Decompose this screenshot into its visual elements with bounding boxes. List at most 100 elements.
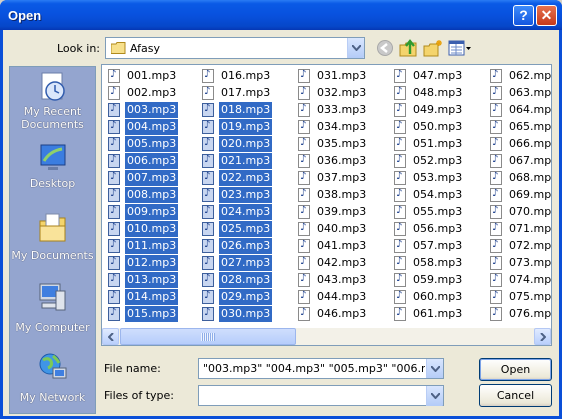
place-label: My Computer bbox=[15, 321, 90, 334]
files-of-type-dropdown-arrow[interactable] bbox=[426, 386, 443, 406]
file-name: 027.mp3 bbox=[219, 255, 273, 271]
file-name: 038.mp3 bbox=[317, 188, 367, 201]
audio-file-icon bbox=[108, 256, 120, 270]
audio-file-icon bbox=[298, 239, 310, 253]
close-button[interactable]: ✕ bbox=[536, 5, 557, 26]
place-label: Desktop bbox=[29, 177, 76, 190]
chevron-down-icon bbox=[431, 366, 440, 372]
look-in-dropdown[interactable]: Afasy bbox=[105, 37, 365, 59]
file-name: 035.mp3 bbox=[317, 137, 367, 150]
place-label: My Documents bbox=[11, 249, 94, 262]
place-my-computer[interactable]: My Computer bbox=[10, 279, 95, 345]
file-name: 073.mp3 bbox=[509, 256, 552, 269]
audio-file-icon bbox=[298, 307, 310, 321]
scroll-right-button[interactable] bbox=[534, 328, 551, 345]
audio-file-icon bbox=[298, 154, 310, 168]
look-in-value: Afasy bbox=[130, 42, 160, 55]
audio-file-icon bbox=[490, 171, 502, 185]
audio-file-icon bbox=[202, 137, 214, 151]
scrollbar-grip bbox=[201, 333, 215, 341]
file-list[interactable]: 001.mp3 002.mp3 003.mp3004.mp3005.mp3006.m… bbox=[101, 64, 552, 346]
new-folder-icon[interactable] bbox=[423, 39, 443, 57]
file-name: 039.mp3 bbox=[317, 205, 367, 218]
file-name: 005.mp3 bbox=[125, 136, 179, 152]
help-button[interactable]: ? bbox=[513, 5, 534, 26]
open-button[interactable]: Open bbox=[479, 358, 552, 381]
file-name: 030.mp3 bbox=[219, 306, 273, 322]
audio-file-icon bbox=[490, 307, 502, 321]
file-name: 054.mp3 bbox=[413, 188, 463, 201]
file-name: 067.mp3 bbox=[509, 154, 552, 167]
audio-file-icon bbox=[298, 171, 310, 185]
place-my-documents[interactable]: My Documents bbox=[10, 209, 95, 275]
files-of-type-dropdown[interactable] bbox=[198, 385, 444, 406]
place-my-recent-documents[interactable]: My Recent Documents bbox=[10, 69, 95, 135]
audio-file-icon bbox=[298, 69, 310, 83]
back-arrow-icon[interactable] bbox=[375, 39, 395, 57]
audio-file-icon bbox=[202, 86, 214, 100]
horizontal-scrollbar[interactable] bbox=[102, 328, 551, 345]
look-in-label: Look in: bbox=[57, 42, 100, 55]
file-name: 009.mp3 bbox=[125, 204, 179, 220]
audio-file-icon bbox=[490, 222, 502, 236]
audio-file-icon bbox=[490, 103, 502, 117]
look-in-dropdown-arrow[interactable] bbox=[347, 38, 364, 58]
file-name: 061.mp3 bbox=[413, 307, 463, 320]
audio-file-icon bbox=[202, 69, 214, 83]
file-name: 028.mp3 bbox=[219, 272, 273, 288]
audio-file-icon bbox=[108, 273, 120, 287]
audio-file-icon bbox=[394, 86, 406, 100]
audio-file-icon bbox=[490, 290, 502, 304]
file-name: 008.mp3 bbox=[125, 187, 179, 203]
file-name: 047.mp3 bbox=[413, 69, 463, 82]
file-name: 026.mp3 bbox=[219, 238, 273, 254]
audio-file-icon bbox=[108, 239, 120, 253]
up-folder-icon[interactable] bbox=[399, 39, 419, 57]
title-bar[interactable]: Open ? ✕ bbox=[0, 0, 562, 30]
file-name: 041.mp3 bbox=[317, 239, 367, 252]
file-name: 033.mp3 bbox=[317, 103, 367, 116]
file-name: 063.mp3 bbox=[509, 86, 552, 99]
audio-file-icon bbox=[394, 120, 406, 134]
audio-file-icon bbox=[108, 137, 120, 151]
my-computer-icon bbox=[39, 283, 66, 311]
views-menu-icon[interactable] bbox=[448, 39, 472, 57]
file-name: 011.mp3 bbox=[125, 238, 179, 254]
audio-file-icon bbox=[298, 188, 310, 202]
file-name: 051.mp3 bbox=[413, 137, 463, 150]
file-name: 013.mp3 bbox=[125, 272, 179, 288]
place-label: My Recent Documents bbox=[21, 105, 84, 131]
file-name-dropdown-arrow[interactable] bbox=[426, 359, 443, 378]
file-name: 031.mp3 bbox=[317, 69, 367, 82]
audio-file-icon bbox=[298, 137, 310, 151]
audio-file-icon bbox=[490, 188, 502, 202]
file-name: 023.mp3 bbox=[219, 187, 273, 203]
file-name: 024.mp3 bbox=[219, 204, 273, 220]
place-my-network[interactable]: My Network bbox=[10, 349, 95, 415]
my-network-icon bbox=[39, 353, 67, 379]
audio-file-icon bbox=[108, 120, 120, 134]
file-name: 019.mp3 bbox=[219, 119, 273, 135]
file-name: 032.mp3 bbox=[317, 86, 367, 99]
file-name-combobox[interactable]: "003.mp3" "004.mp3" "005.mp3" "006.mp3" … bbox=[198, 358, 444, 379]
place-desktop[interactable]: Desktop bbox=[10, 139, 95, 205]
file-name: 042.mp3 bbox=[317, 256, 367, 269]
scrollbar-thumb[interactable] bbox=[120, 328, 296, 345]
audio-file-icon bbox=[108, 154, 120, 168]
audio-file-icon bbox=[394, 256, 406, 270]
cancel-button[interactable]: Cancel bbox=[479, 384, 552, 407]
file-name: 034.mp3 bbox=[317, 120, 367, 133]
audio-file-icon bbox=[394, 103, 406, 117]
scroll-left-button[interactable] bbox=[102, 328, 119, 345]
audio-file-icon bbox=[394, 273, 406, 287]
audio-file-icon bbox=[490, 86, 502, 100]
file-name: 014.mp3 bbox=[125, 289, 179, 305]
file-name: 007.mp3 bbox=[125, 170, 179, 186]
audio-file-icon bbox=[202, 239, 214, 253]
audio-file-icon bbox=[202, 256, 214, 270]
file-name: 025.mp3 bbox=[219, 221, 273, 237]
file-name: 006.mp3 bbox=[125, 153, 179, 169]
file-name-input[interactable]: "003.mp3" "004.mp3" "005.mp3" "006.mp3" … bbox=[203, 362, 425, 375]
file-name: 036.mp3 bbox=[317, 154, 367, 167]
audio-file-icon bbox=[202, 222, 214, 236]
